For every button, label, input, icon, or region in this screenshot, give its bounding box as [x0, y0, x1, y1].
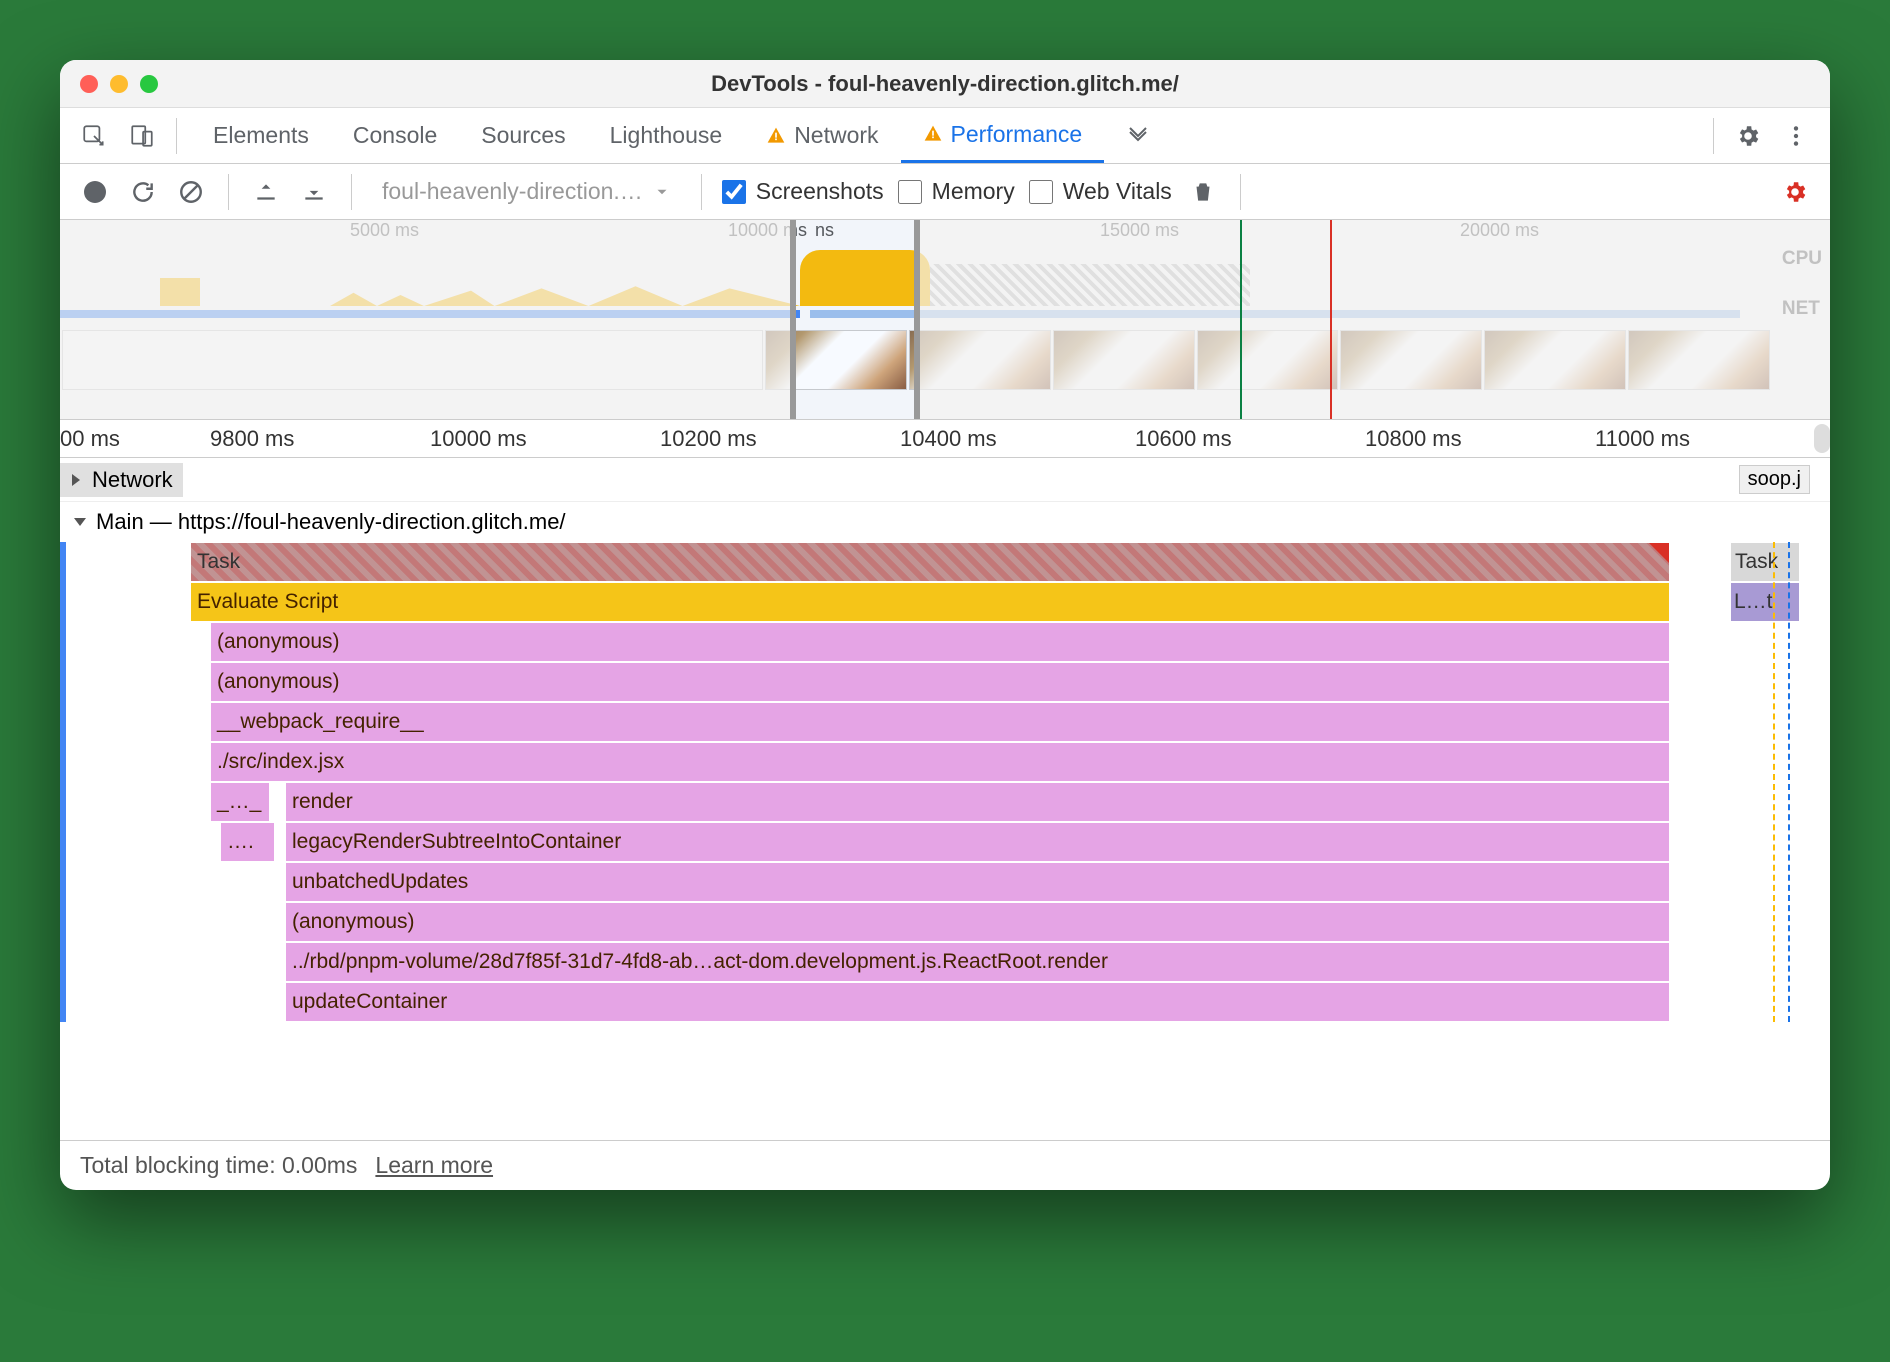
ruler-tick: 00 ms [60, 426, 120, 452]
overview-selection[interactable] [790, 220, 920, 419]
flame-fn[interactable]: (anonymous) [285, 902, 1670, 942]
separator [701, 174, 702, 210]
ruler-tick: 10000 ms [430, 426, 527, 452]
zoom-button[interactable] [140, 75, 158, 93]
dashed-marker [1773, 542, 1775, 1022]
flame-prefix[interactable]: _…_ [210, 782, 270, 822]
flame-prefix[interactable]: …. [220, 822, 275, 862]
main-track-header[interactable]: Main — https://foul-heavenly-direction.g… [60, 502, 1830, 542]
ruler-tick: 10800 ms [1365, 426, 1462, 452]
screenshots-checkbox[interactable]: Screenshots [722, 178, 884, 205]
webvitals-input[interactable] [1029, 180, 1053, 204]
marker-green [1240, 220, 1242, 419]
window-title: DevTools - foul-heavenly-direction.glitc… [60, 71, 1830, 97]
save-profile-icon[interactable] [297, 172, 331, 212]
long-task-icon [1649, 543, 1669, 563]
main-label: Main — https://foul-heavenly-direction.g… [96, 509, 566, 535]
flame-task[interactable]: Task [190, 542, 1670, 582]
flame-fn[interactable]: __webpack_require__ [210, 702, 1670, 742]
panel-tabs: Elements Console Sources Lighthouse Netw… [60, 108, 1830, 164]
flame-chart[interactable]: Task Task Evaluate Script L…t (anonymous… [60, 542, 1830, 1022]
minimize-button[interactable] [110, 75, 128, 93]
warning-icon [766, 126, 786, 146]
tab-lighthouse[interactable]: Lighthouse [588, 108, 745, 163]
webvitals-checkbox[interactable]: Web Vitals [1029, 178, 1172, 205]
inspect-icon[interactable] [74, 116, 114, 156]
flamechart-area[interactable]: Network soop.j Main — https://foul-heave… [60, 458, 1830, 1140]
settings-icon[interactable] [1728, 116, 1768, 156]
flame-fn[interactable]: (anonymous) [210, 622, 1670, 662]
screenshots-input[interactable] [722, 180, 746, 204]
flame-fn[interactable]: (anonymous) [210, 662, 1670, 702]
expand-icon[interactable] [72, 474, 80, 486]
flame-fn[interactable]: ../rbd/pnpm-volume/28d7f85f-31d7-4fd8-ab… [285, 942, 1670, 982]
chevron-down-icon [653, 183, 671, 201]
load-profile-icon[interactable] [249, 172, 283, 212]
flame-fn[interactable]: ./src/index.jsx [210, 742, 1670, 782]
learn-more-link[interactable]: Learn more [375, 1152, 493, 1179]
blue-marker [60, 542, 66, 1022]
capture-settings-icon[interactable] [1778, 172, 1812, 212]
ruler-tick: 10200 ms [660, 426, 757, 452]
warning-icon [923, 124, 943, 144]
separator [176, 118, 177, 154]
flame-fn[interactable]: legacyRenderSubtreeIntoContainer [285, 822, 1670, 862]
flame-fn[interactable]: render [285, 782, 1670, 822]
memory-checkbox[interactable]: Memory [898, 178, 1015, 205]
network-item[interactable]: soop.j [1739, 465, 1810, 494]
tabs-overflow-icon[interactable] [1104, 108, 1172, 163]
tbt-text: Total blocking time: 0.00ms [80, 1152, 357, 1179]
kebab-menu-icon[interactable] [1776, 116, 1816, 156]
separator [228, 174, 229, 210]
close-button[interactable] [80, 75, 98, 93]
gc-button[interactable] [1186, 172, 1220, 212]
marker-red [1330, 220, 1332, 419]
perf-toolbar: foul-heavenly-direction.… Screenshots Me… [60, 164, 1830, 220]
expand-icon[interactable] [74, 518, 86, 526]
devtools-window: DevTools - foul-heavenly-direction.glitc… [60, 60, 1830, 1190]
ruler-tick: 9800 ms [210, 426, 294, 452]
separator [351, 174, 352, 210]
device-toggle-icon[interactable] [122, 116, 162, 156]
separator [1713, 118, 1714, 154]
tab-performance[interactable]: Performance [901, 108, 1105, 163]
ruler-tick: 10600 ms [1135, 426, 1232, 452]
dashed-marker [1788, 542, 1790, 1022]
flame-evaluate[interactable]: Evaluate Script [190, 582, 1670, 622]
network-label: Network [92, 467, 173, 493]
ruler-tick: 11000 ms [1595, 426, 1690, 452]
reload-record-button[interactable] [126, 172, 160, 212]
ruler-tick: 10400 ms [900, 426, 997, 452]
profile-dropdown[interactable]: foul-heavenly-direction.… [372, 174, 681, 209]
record-button[interactable] [78, 172, 112, 212]
status-footer: Total blocking time: 0.00ms Learn more [60, 1140, 1830, 1190]
timeline-overview[interactable]: 5000 ms 10000 ms ns 15000 ms 20000 ms CP… [60, 220, 1830, 420]
flame-fn[interactable]: updateContainer [285, 982, 1670, 1022]
titlebar: DevTools - foul-heavenly-direction.glitc… [60, 60, 1830, 108]
scrollbar[interactable] [1814, 424, 1830, 453]
time-ruler[interactable]: 00 ms 9800 ms 10000 ms 10200 ms 10400 ms… [60, 420, 1830, 458]
tab-console[interactable]: Console [331, 108, 459, 163]
memory-input[interactable] [898, 180, 922, 204]
network-track[interactable]: Network soop.j [60, 458, 1830, 502]
flame-fn[interactable]: unbatchedUpdates [285, 862, 1670, 902]
tab-elements[interactable]: Elements [191, 108, 331, 163]
separator [1240, 174, 1241, 210]
clear-button[interactable] [174, 172, 208, 212]
tab-sources[interactable]: Sources [459, 108, 587, 163]
window-controls [80, 75, 158, 93]
tab-network[interactable]: Network [744, 108, 900, 163]
